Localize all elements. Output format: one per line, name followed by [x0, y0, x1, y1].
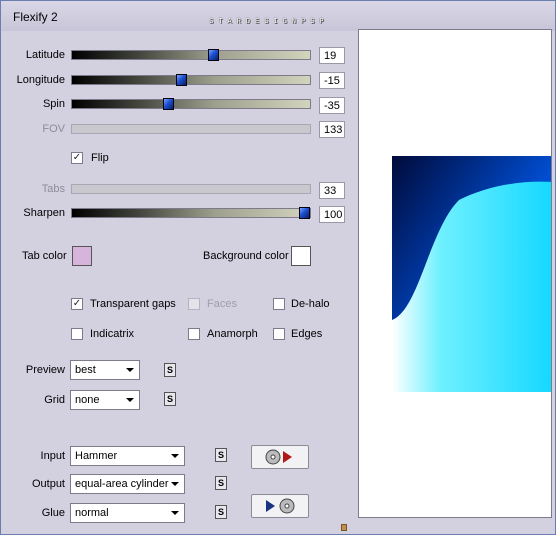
load-preset-icon [265, 449, 292, 465]
output-s-button[interactable]: S [215, 476, 227, 490]
anamorph-label: Anamorph [207, 328, 258, 340]
de-halo-checkbox[interactable] [273, 298, 285, 310]
preview-s-button[interactable]: S [164, 363, 176, 377]
chevron-down-icon [171, 454, 179, 458]
latitude-slider[interactable] [71, 49, 311, 61]
tabs-label: Tabs [41, 183, 65, 195]
chevron-down-icon [171, 482, 179, 486]
anamorph-checkbox[interactable] [188, 328, 200, 340]
latitude-value[interactable]: 19 [319, 47, 345, 64]
preview-pane [358, 29, 552, 518]
edges-label: Edges [291, 328, 323, 340]
resize-grip[interactable] [341, 524, 347, 531]
tabs-slider [71, 184, 311, 194]
fov-value: 133 [319, 121, 345, 138]
title-bar: Flexify 2 STARDESIGNPSP [1, 1, 555, 31]
fov-slider [71, 124, 311, 134]
preview-image [392, 156, 551, 392]
spin-slider-thumb[interactable] [163, 98, 174, 110]
output-select[interactable]: equal-area cylinder [70, 474, 185, 494]
tab-color-swatch[interactable] [72, 246, 92, 266]
save-preset-icon [266, 498, 295, 514]
flexify-window: Flexify 2 STARDESIGNPSP Latitude 19 Long… [0, 0, 556, 535]
latitude-label: Latitude [25, 49, 65, 61]
background-color-label: Background color [203, 250, 289, 262]
input-s-button[interactable]: S [215, 448, 227, 462]
grid-s-button[interactable]: S [164, 392, 176, 406]
tabs-value: 33 [319, 182, 345, 199]
grid-select[interactable]: none [70, 390, 140, 410]
preview-select-value: best [75, 364, 96, 376]
chevron-down-icon [126, 368, 134, 372]
checkmark-icon: ✓ [72, 152, 82, 163]
de-halo-label: De-halo [291, 298, 330, 310]
input-label: Input [40, 450, 65, 462]
preview-select[interactable]: best [70, 360, 140, 380]
window-title: Flexify 2 [13, 10, 58, 24]
fov-label: FOV [42, 123, 65, 135]
indicatrix-checkbox[interactable] [71, 328, 83, 340]
glue-select-value: normal [75, 507, 109, 519]
flip-label: Flip [91, 152, 109, 164]
grid-label: Grid [44, 394, 65, 406]
sharpen-label: Sharpen [23, 207, 65, 219]
spin-slider[interactable] [71, 98, 311, 110]
longitude-label: Longitude [16, 74, 65, 86]
save-preset-button[interactable] [251, 494, 309, 518]
chevron-down-icon [171, 511, 179, 515]
input-select-value: Hammer [75, 450, 118, 462]
sharpen-slider[interactable] [71, 207, 311, 219]
background-color-swatch[interactable] [291, 246, 311, 266]
tab-color-label: Tab color [22, 250, 67, 262]
longitude-slider[interactable] [71, 74, 311, 86]
indicatrix-label: Indicatrix [90, 328, 135, 340]
longitude-slider-thumb[interactable] [176, 74, 187, 86]
output-label: Output [31, 478, 65, 490]
faces-label: Faces [207, 298, 237, 310]
faces-checkbox [188, 298, 200, 310]
preview-label: Preview [25, 364, 65, 376]
grid-select-value: none [75, 394, 100, 406]
chevron-down-icon [126, 398, 134, 402]
glue-s-button[interactable]: S [215, 505, 227, 519]
spin-value[interactable]: -35 [319, 97, 345, 114]
edges-checkbox[interactable] [273, 328, 285, 340]
sharpen-slider-thumb[interactable] [299, 207, 310, 219]
glue-label: Glue [41, 507, 65, 519]
latitude-slider-thumb[interactable] [208, 49, 219, 61]
output-select-value: equal-area cylinder [75, 478, 169, 490]
input-select[interactable]: Hammer [70, 446, 185, 466]
flip-checkbox[interactable]: ✓ [71, 152, 83, 164]
transparent-gaps-checkbox[interactable]: ✓ [71, 298, 83, 310]
glue-select[interactable]: normal [70, 503, 185, 523]
spin-label: Spin [42, 98, 65, 110]
checkmark-icon: ✓ [72, 298, 82, 309]
transparent-gaps-label: Transparent gaps [90, 298, 176, 310]
sharpen-value[interactable]: 100 [319, 206, 345, 223]
longitude-value[interactable]: -15 [319, 72, 345, 89]
brand-watermark: STARDESIGNPSP [209, 18, 329, 26]
load-preset-button[interactable] [251, 445, 309, 469]
